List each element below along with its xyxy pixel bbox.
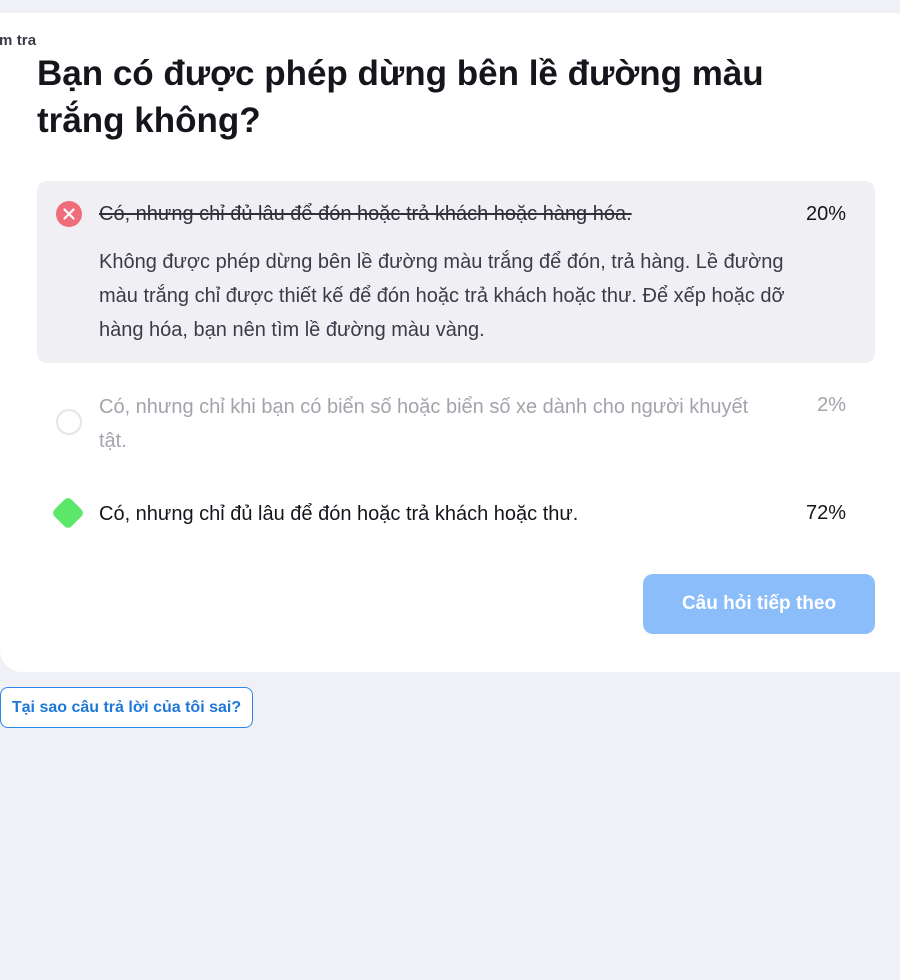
answer-text: Có, nhưng chỉ đủ lâu để đón hoặc trả khá… <box>99 503 579 525</box>
answer-percent: 20% <box>805 203 846 225</box>
next-question-button[interactable]: Câu hỏi tiếp theo <box>643 574 875 634</box>
answer-percent: 72% <box>805 502 846 524</box>
why-wrong-link[interactable]: Tại sao câu trả lời của tôi sai? <box>0 687 253 728</box>
radio-empty-icon <box>56 409 82 435</box>
close-circle-icon <box>56 201 82 227</box>
question-title: Bạn có được phép dừng bên lề đường màu t… <box>37 54 764 140</box>
answer-option-correct[interactable]: Có, nhưng chỉ đủ lâu để đón hoặc trả khá… <box>37 495 875 535</box>
check-diamond-icon <box>51 496 85 530</box>
answer-option[interactable]: Có, nhưng chỉ khi bạn có biển số hoặc bi… <box>37 388 875 468</box>
answer-text: Có, nhưng chỉ khi bạn có biển số hoặc bi… <box>99 396 749 452</box>
answer-text: Có, nhưng chỉ đủ lâu để đón hoặc trả khá… <box>99 203 632 225</box>
answer-percent: 2% <box>817 394 846 416</box>
answer-option-selected-wrong[interactable]: Có, nhưng chỉ đủ lâu để đón hoặc trả khá… <box>37 181 875 363</box>
header-label: m tra <box>0 32 37 49</box>
answer-explanation: Không được phép dừng bên lề đường màu tr… <box>99 251 785 341</box>
